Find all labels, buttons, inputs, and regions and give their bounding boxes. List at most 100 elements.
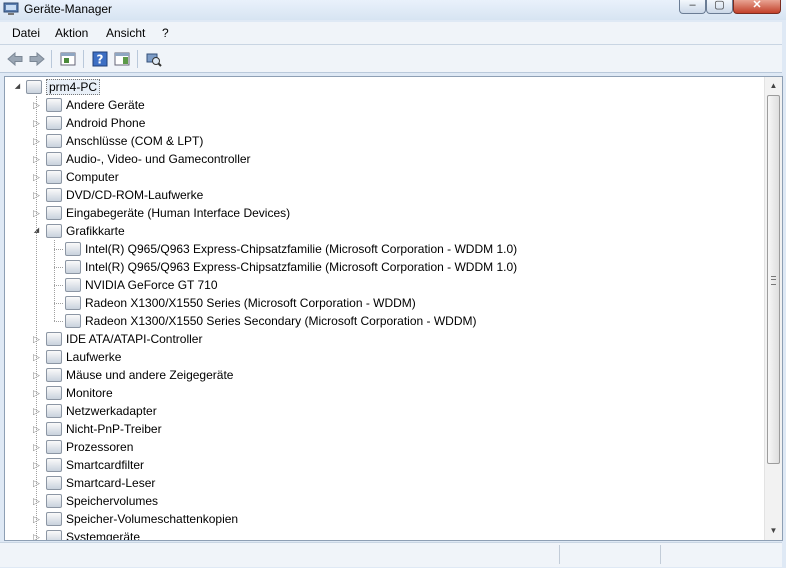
display-adapter-icon bbox=[65, 296, 81, 310]
storage-volume-icon bbox=[46, 494, 62, 508]
smartcard-icon bbox=[46, 458, 62, 472]
scroll-up-icon[interactable]: ▲ bbox=[765, 78, 782, 94]
status-pane bbox=[559, 545, 660, 564]
properties-button[interactable] bbox=[59, 50, 77, 68]
tree-category-label: Grafikkarte bbox=[66, 224, 125, 238]
scroll-thumb[interactable] bbox=[767, 95, 780, 464]
speaker-icon bbox=[46, 152, 62, 166]
monitor-icon bbox=[46, 386, 62, 400]
display-adapter-icon bbox=[65, 260, 81, 274]
tree-device-label: Radeon X1300/X1550 Series Secondary (Mic… bbox=[85, 314, 477, 328]
tree-category-label: Smartcardfilter bbox=[66, 458, 145, 472]
computer-icon bbox=[26, 80, 42, 94]
collapse-icon[interactable]: ◢ bbox=[13, 78, 22, 96]
window-title: Geräte-Manager bbox=[24, 2, 113, 16]
toolbar-separator bbox=[51, 50, 52, 68]
tree-connector bbox=[54, 249, 63, 250]
tree-category-label: Prozessoren bbox=[66, 440, 134, 454]
close-button[interactable]: ✕ bbox=[733, 0, 781, 14]
tree-category-label: Speicher-Volumeschattenkopien bbox=[66, 512, 239, 526]
show-hide-console-icon bbox=[114, 52, 130, 66]
minimize-icon: – bbox=[689, 0, 696, 11]
menu-aktion[interactable]: Aktion bbox=[55, 26, 88, 40]
minimize-button[interactable]: – bbox=[679, 0, 706, 14]
tree-category-label: Smartcard-Leser bbox=[66, 476, 156, 490]
tree-device-label: Intel(R) Q965/Q963 Express-Chipsatzfamil… bbox=[85, 242, 518, 256]
mouse-icon bbox=[46, 368, 62, 382]
port-icon bbox=[46, 134, 62, 148]
back-arrow-icon bbox=[7, 52, 23, 66]
tree-category-label: Audio-, Video- und Gamecontroller bbox=[66, 152, 251, 166]
back-button[interactable] bbox=[6, 50, 24, 68]
tree-device-label: Radeon X1300/X1550 Series (Microsoft Cor… bbox=[85, 296, 416, 310]
status-bar bbox=[0, 542, 782, 567]
device-manager-icon bbox=[3, 2, 19, 15]
device-tree: ◢ prm4-PC ▷ Andere Geräte ▷ Android Phone ▷ Ans… bbox=[4, 76, 783, 541]
menu-bar: Datei Aktion Ansicht ? bbox=[0, 22, 782, 45]
scan-hardware-icon bbox=[146, 53, 162, 67]
tree-category-label: Anschlüsse (COM & LPT) bbox=[66, 134, 204, 148]
dvd-drive-icon bbox=[46, 188, 62, 202]
menu-datei[interactable]: Datei bbox=[12, 26, 40, 40]
shadow-copy-icon bbox=[46, 512, 62, 526]
tree-category-label: Eingabegeräte (Human Interface Devices) bbox=[66, 206, 291, 220]
tree-category-label: Netzwerkadapter bbox=[66, 404, 157, 418]
forward-arrow-icon bbox=[29, 52, 45, 66]
tree-category-label: DVD/CD-ROM-Laufwerke bbox=[66, 188, 204, 202]
menu-help[interactable]: ? bbox=[162, 26, 169, 40]
smartcard-reader-icon bbox=[46, 476, 62, 490]
vertical-scrollbar[interactable]: ▲ ▼ bbox=[764, 77, 782, 540]
tree-connector bbox=[54, 267, 63, 268]
hid-icon bbox=[46, 206, 62, 220]
scroll-down-icon[interactable]: ▼ bbox=[765, 523, 782, 539]
grip-icon bbox=[771, 276, 776, 285]
menu-ansicht[interactable]: Ansicht bbox=[106, 26, 145, 40]
help-button[interactable]: ? bbox=[91, 50, 109, 68]
close-icon: ✕ bbox=[752, 0, 762, 11]
toolbar: ? bbox=[0, 45, 782, 73]
computer-icon bbox=[46, 170, 62, 184]
tree-connector bbox=[54, 285, 63, 286]
tree-connector bbox=[54, 240, 55, 321]
toolbar-separator bbox=[83, 50, 84, 68]
root-name: prm4-PC bbox=[46, 79, 101, 95]
system-device-icon bbox=[46, 530, 62, 540]
disk-drive-icon bbox=[46, 350, 62, 364]
tree-root-label: prm4-PC bbox=[46, 78, 101, 96]
tree-category-label: Laufwerke bbox=[66, 350, 122, 364]
properties-icon bbox=[60, 52, 76, 66]
processor-icon bbox=[46, 440, 62, 454]
show-hide-button[interactable] bbox=[113, 50, 131, 68]
maximize-icon: ▢ bbox=[714, 0, 725, 11]
tree-category-label: Mäuse und andere Zeigegeräte bbox=[66, 368, 234, 382]
phone-icon bbox=[46, 116, 62, 130]
forward-button[interactable] bbox=[28, 50, 46, 68]
help-icon: ? bbox=[92, 51, 108, 67]
display-adapter-icon bbox=[65, 314, 81, 328]
display-adapter-icon bbox=[65, 278, 81, 292]
maximize-button[interactable]: ▢ bbox=[706, 0, 733, 14]
tree-connector bbox=[54, 321, 63, 322]
ide-controller-icon bbox=[46, 332, 62, 346]
svg-text:?: ? bbox=[97, 53, 104, 67]
tree-device-label: NVIDIA GeForce GT 710 bbox=[85, 278, 218, 292]
tree-category-label: Andere Geräte bbox=[66, 98, 145, 112]
tree-category-label: Android Phone bbox=[66, 116, 146, 130]
toolbar-separator bbox=[137, 50, 138, 68]
tree-category-label: IDE ATA/ATAPI-Controller bbox=[66, 332, 203, 346]
network-adapter-icon bbox=[46, 404, 62, 418]
scan-hardware-button[interactable] bbox=[145, 50, 163, 68]
display-adapter-icon bbox=[46, 224, 62, 238]
tree-category-label: Systemgeräte bbox=[66, 530, 141, 541]
tree-device-label: Intel(R) Q965/Q963 Express-Chipsatzfamil… bbox=[85, 260, 518, 274]
tree-category-label: Nicht-PnP-Treiber bbox=[66, 422, 162, 436]
display-adapter-icon bbox=[65, 242, 81, 256]
unknown-device-icon bbox=[46, 98, 62, 112]
title-bar: Geräte-Manager – ▢ ✕ bbox=[0, 0, 786, 20]
tree-category-label: Monitore bbox=[66, 386, 113, 400]
tree-category-label: Speichervolumes bbox=[66, 494, 159, 508]
tree-category-label: Computer bbox=[66, 170, 119, 184]
tree-connector bbox=[36, 96, 37, 540]
status-pane bbox=[660, 545, 761, 564]
tree-connector bbox=[54, 303, 63, 304]
